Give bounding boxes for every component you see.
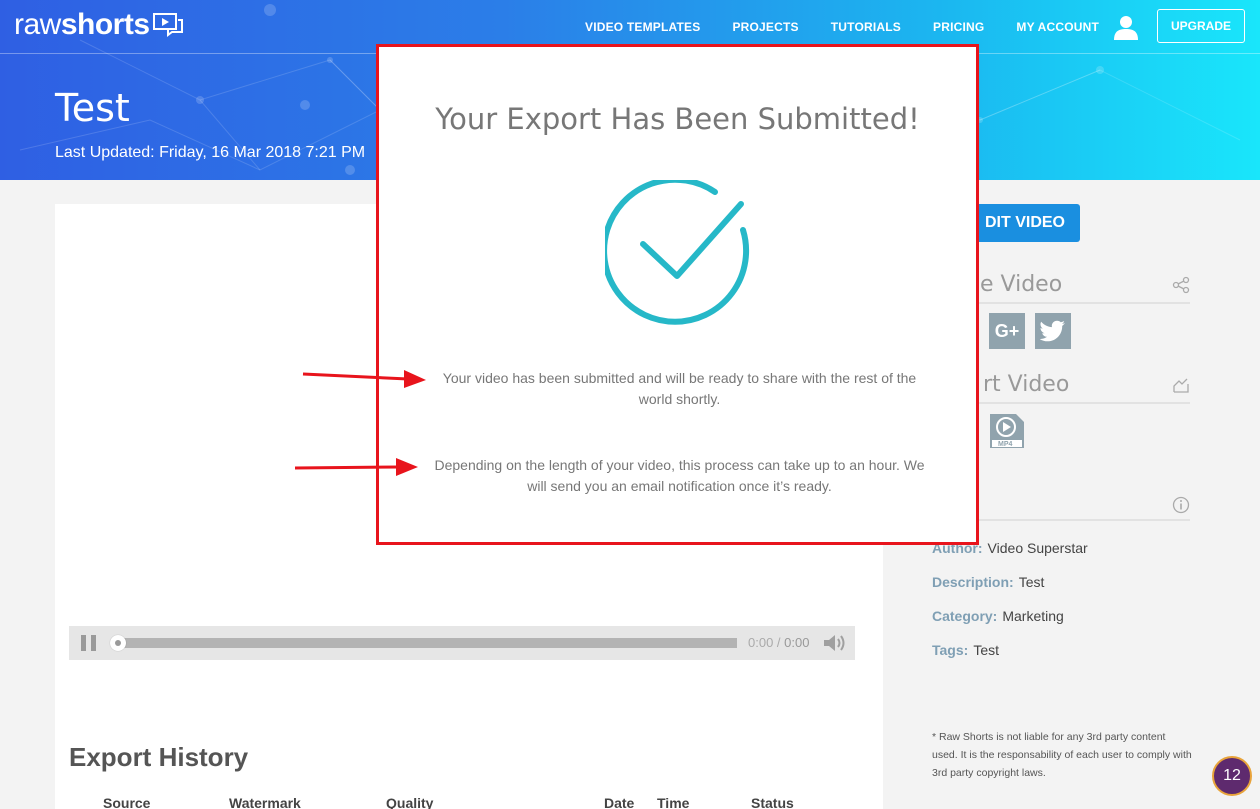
meta-category-key: Category: [932, 608, 998, 624]
user-icon[interactable] [1113, 14, 1139, 40]
export-submitted-modal: Your Export Has Been Submitted! Your vid… [376, 44, 979, 545]
column-header-status[interactable]: Status [751, 795, 794, 809]
meta-description-key: Description: [932, 574, 1014, 590]
meta-description-value: Test [1018, 574, 1045, 590]
logo-text-shorts: shorts [60, 8, 150, 41]
google-plus-share-button[interactable]: G+ [989, 313, 1025, 349]
pause-icon[interactable] [81, 635, 97, 651]
seek-bar[interactable] [117, 638, 737, 648]
nav-projects[interactable]: PROJECTS [732, 20, 798, 34]
meta-description: Description: Test [932, 574, 1044, 590]
export-video-heading: rt Video [983, 372, 1070, 397]
meta-category: Category: Marketing [932, 608, 1064, 624]
volume-icon[interactable] [823, 634, 847, 652]
annotation-arrow-2 [294, 458, 418, 476]
column-header-date[interactable]: Date [604, 795, 634, 809]
column-header-time[interactable]: Time [657, 795, 689, 809]
meta-author-value: Video Superstar [987, 540, 1088, 556]
info-icon[interactable] [1172, 496, 1190, 514]
twitter-share-button[interactable] [1035, 313, 1071, 349]
share-icon[interactable] [1172, 276, 1190, 294]
nav-tutorials[interactable]: TUTORIALS [831, 20, 901, 34]
export-history-title: Export History [69, 742, 249, 772]
edit-video-label: DIT VIDEO [984, 214, 1065, 231]
meta-tags-value: Test [973, 642, 999, 658]
mp4-export-button[interactable]: MP4 [988, 412, 1026, 450]
seek-handle[interactable] [110, 635, 126, 651]
current-time: 0:00 [748, 635, 774, 650]
modal-title: Your Export Has Been Submitted! [435, 102, 920, 136]
upgrade-button[interactable]: UPGRADE [1157, 9, 1245, 43]
logo-speech-bubble-icon [152, 13, 183, 37]
nav-my-account[interactable]: MY ACCOUNT [1016, 20, 1099, 34]
player-controls: 0:00 / 0:00 [69, 626, 855, 660]
nav-video-templates[interactable]: VIDEO TEMPLATES [585, 20, 700, 34]
mp4-label: MP4 [998, 441, 1013, 448]
meta-tags-key: Tags: [932, 642, 969, 658]
time-separator: / [773, 635, 785, 650]
column-header-quality[interactable]: Quality [386, 795, 433, 809]
meta-tags: Tags: Test [932, 642, 999, 658]
copyright-disclaimer: * Raw Shorts is not liable for any 3rd p… [932, 731, 1192, 779]
column-header-source[interactable]: Source [103, 795, 150, 809]
notification-count-badge[interactable]: 12 [1212, 756, 1252, 796]
time-display: 0:00 / 0:00 [748, 635, 809, 650]
twitter-icon [1040, 320, 1065, 342]
rawshorts-logo[interactable]: raw shorts [14, 8, 186, 42]
column-header-watermark[interactable]: Watermark [229, 795, 301, 809]
share-video-heading: e Video [980, 272, 1063, 297]
success-check-icon [605, 180, 750, 325]
nav-pricing[interactable]: PRICING [933, 20, 984, 34]
export-chart-icon[interactable] [1172, 376, 1190, 394]
meta-category-value: Marketing [1002, 608, 1064, 624]
last-updated-text: Last Updated: Friday, 16 Mar 2018 7:21 P… [55, 144, 366, 161]
duration-time: 0:00 [784, 635, 810, 650]
annotation-arrow-1 [302, 370, 426, 388]
modal-message-duration: Depending on the length of your video, t… [434, 457, 925, 494]
page-title: Test [55, 86, 130, 130]
modal-message-submitted: Your video has been submitted and will b… [442, 370, 917, 407]
logo-text-raw: raw [14, 8, 61, 41]
